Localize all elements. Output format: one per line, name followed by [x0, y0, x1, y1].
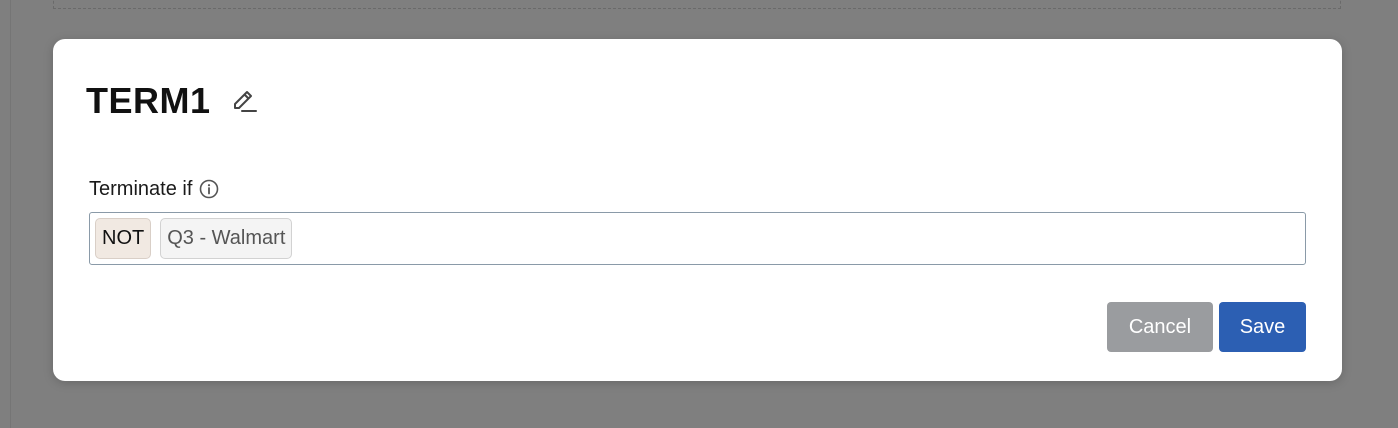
background-dropzone — [53, 0, 1341, 9]
pencil-edit-icon[interactable] — [229, 86, 259, 116]
dialog-title: TERM1 — [86, 80, 211, 121]
terminate-if-label: Terminate if — [89, 177, 193, 200]
cancel-button[interactable]: Cancel — [1107, 302, 1213, 352]
dialog-header: TERM1 — [86, 80, 259, 121]
terminate-if-label-row: Terminate if — [89, 177, 219, 201]
not-operator-chip[interactable]: NOT — [95, 218, 152, 259]
save-button[interactable]: Save — [1219, 302, 1306, 352]
terminate-condition-input[interactable]: NOT Q3 - Walmart — [89, 212, 1306, 265]
info-circle-icon[interactable] — [199, 179, 219, 199]
background-divider — [10, 0, 11, 428]
condition-chip-q3-walmart[interactable]: Q3 - Walmart — [160, 218, 293, 259]
edit-term-dialog: TERM1 Terminate if NOT Q3 - Walmart Canc… — [53, 39, 1342, 381]
